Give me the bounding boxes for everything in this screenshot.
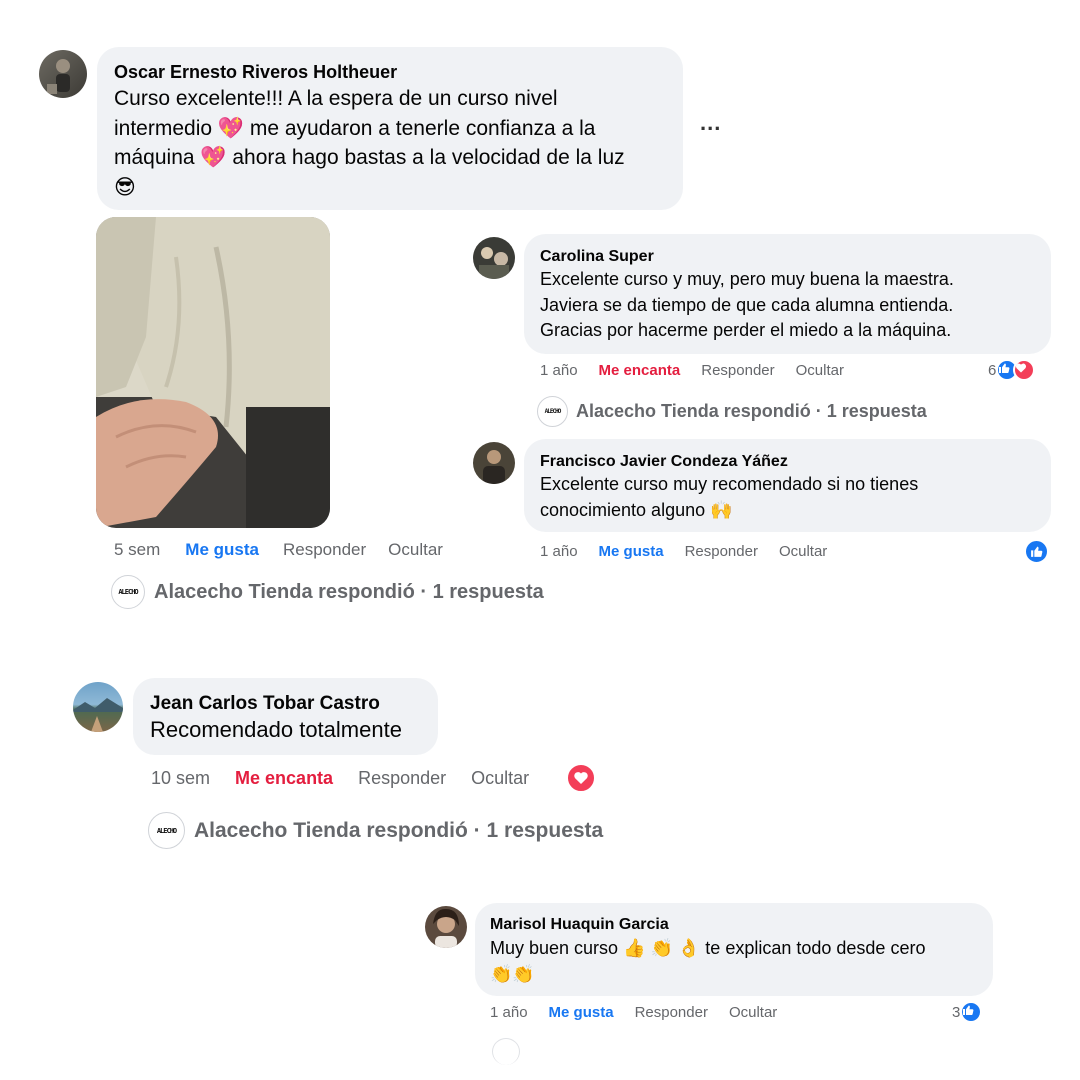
store-avatar: ALECHO (537, 396, 568, 427)
comment-actions: 5 sem Me gusta Responder Ocultar (114, 540, 443, 560)
replied-text: Alacecho Tienda respondió · 1 respuesta (154, 580, 544, 603)
replied-text: Alacecho Tienda respondió · 1 respuesta (194, 818, 604, 842)
comment-actions: 10 sem Me encanta Responder Ocultar (151, 768, 529, 789)
reply-button[interactable]: Responder (358, 768, 446, 789)
love-button[interactable]: Me encanta (599, 362, 681, 379)
love-reaction-icon (1013, 359, 1036, 381)
comment-line: Javiera se da tiempo de que cada alumna … (540, 294, 954, 315)
store-avatar: ALECHO (111, 575, 145, 609)
like-button[interactable]: Me gusta (549, 1004, 614, 1021)
more-options-button[interactable]: ... (700, 110, 721, 136)
comment-timestamp[interactable]: 1 año (540, 543, 578, 560)
avatar[interactable] (425, 906, 467, 948)
reply-button[interactable]: Responder (283, 540, 366, 560)
comment-actions: 1 año Me encanta Responder Ocultar (540, 362, 844, 379)
love-button[interactable]: Me encanta (235, 768, 333, 789)
comment-line: Gracias por hacerme perder el miedo a la… (540, 320, 952, 340)
person-photo-icon (433, 908, 459, 948)
comment-bubble: Carolina Super Excelente curso y muy, pe… (524, 234, 1051, 354)
comment-author[interactable]: Francisco Javier Condeza Yáñez (540, 452, 1036, 472)
comment-line: Recomendado totalmente (150, 717, 402, 742)
hide-button[interactable]: Ocultar (779, 543, 827, 560)
hide-button[interactable]: Ocultar (471, 768, 529, 789)
avatar[interactable] (73, 682, 123, 732)
person-photo-icon (479, 247, 509, 279)
store-logo-text: ALECHO (544, 408, 562, 415)
person-photo-icon (47, 59, 70, 94)
comment-line: intermedio 💖 me ayudaron a tenerle confi… (114, 116, 596, 140)
reaction-count: 3 (952, 1003, 961, 1021)
comment-author[interactable]: Oscar Ernesto Riveros Holtheuer (114, 60, 665, 84)
reply-button[interactable]: Responder (685, 543, 758, 560)
avatar[interactable] (473, 442, 515, 484)
comment-line: máquina 💖 ahora hago bastas a la velocid… (114, 146, 625, 169)
comment-bubble: Oscar Ernesto Riveros Holtheuer Curso ex… (97, 47, 683, 210)
comment-author[interactable]: Jean Carlos Tobar Castro (150, 691, 423, 716)
like-button[interactable]: Me gusta (599, 543, 664, 560)
like-reaction-icon (960, 1001, 983, 1023)
hide-button[interactable]: Ocultar (388, 540, 443, 560)
reaction-summary[interactable]: 3 (952, 1001, 983, 1023)
store-logo-text: ALECHO (156, 826, 177, 835)
avatar[interactable] (473, 237, 515, 279)
comment-line: Excelente curso y muy, pero muy buena la… (540, 269, 954, 289)
comment-timestamp[interactable]: 1 año (490, 1004, 528, 1021)
comment-line: conocimiento alguno 🙌 (540, 499, 733, 520)
person-photo-icon (483, 450, 505, 484)
comment-timestamp[interactable]: 1 año (540, 362, 578, 379)
view-replies-link[interactable]: ALECHO Alacecho Tienda respondió · 1 res… (148, 812, 603, 849)
view-replies-link[interactable]: ALECHO Alacecho Tienda respondió · 1 res… (537, 396, 927, 427)
comment-line: Excelente curso muy recomendado si no ti… (540, 474, 919, 494)
store-logo-text: ALECHO (118, 588, 138, 596)
comment-timestamp[interactable]: 5 sem (114, 540, 160, 560)
reply-button[interactable]: Responder (701, 362, 774, 379)
landscape-photo-icon (73, 698, 123, 732)
comment-author[interactable]: Marisol Huaquin Garcia (490, 915, 978, 935)
store-avatar: ALECHO (148, 812, 185, 849)
comment-line: 😎 (114, 175, 136, 199)
hide-button[interactable]: Ocultar (796, 362, 844, 379)
hide-button[interactable]: Ocultar (729, 1004, 777, 1021)
like-button[interactable]: Me gusta (185, 540, 259, 560)
comment-bubble: Marisol Huaquin Garcia Muy buen curso 👍 … (475, 903, 993, 996)
reaction-summary[interactable]: 6 (988, 359, 1036, 381)
avatar[interactable] (39, 50, 87, 98)
comment-actions: 1 año Me gusta Responder Ocultar (540, 543, 827, 560)
next-reply-avatar-partial (492, 1038, 520, 1065)
replied-text: Alacecho Tienda respondió · 1 respuesta (576, 401, 927, 421)
comment-timestamp[interactable]: 10 sem (151, 768, 210, 789)
reaction-count: 6 (988, 361, 997, 379)
like-reaction-icon[interactable] (1024, 539, 1049, 564)
comment-line: 👏👏 (490, 964, 535, 984)
love-reaction-icon[interactable] (566, 763, 596, 793)
comment-bubble: Francisco Javier Condeza Yáñez Excelente… (524, 439, 1051, 532)
comment-line: Curso excelente!!! A la espera de un cur… (114, 87, 558, 110)
comment-line: Muy buen curso 👍 👏 👌 te explican todo de… (490, 938, 926, 958)
reply-button[interactable]: Responder (635, 1004, 708, 1021)
view-replies-link[interactable]: ALECHO Alacecho Tienda respondió · 1 res… (111, 575, 544, 609)
comment-attached-photo[interactable] (96, 217, 330, 528)
comment-bubble: Jean Carlos Tobar Castro Recomendado tot… (133, 678, 438, 755)
fabric-hand-photo (96, 217, 330, 528)
comment-actions: 1 año Me gusta Responder Ocultar (490, 1004, 777, 1021)
comment-author[interactable]: Carolina Super (540, 247, 1036, 267)
